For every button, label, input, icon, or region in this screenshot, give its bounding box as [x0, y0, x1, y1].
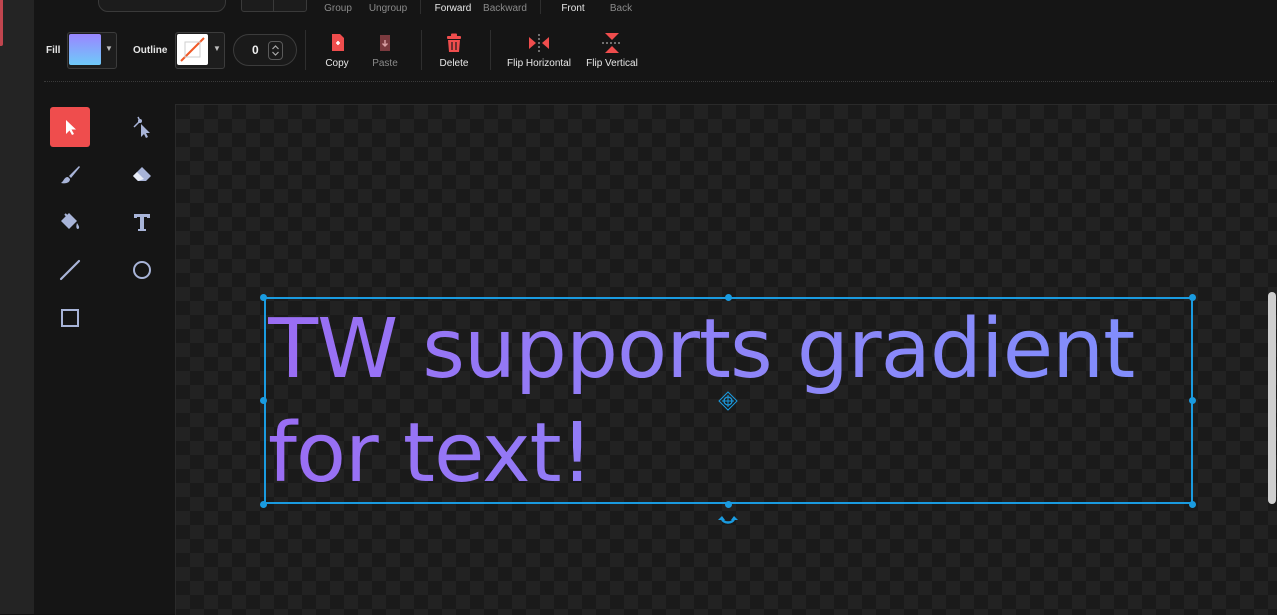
group-button[interactable]: Group — [324, 3, 352, 14]
outline-width-value: 0 — [252, 43, 259, 57]
paste-button[interactable]: Paste — [365, 32, 405, 69]
select-tool[interactable] — [50, 107, 90, 147]
brush-tool[interactable] — [50, 155, 90, 195]
rectangle-icon — [61, 309, 79, 327]
text-tool-icon — [134, 214, 150, 231]
reshape-icon — [133, 116, 150, 138]
divider — [540, 0, 541, 14]
resize-handle[interactable] — [1189, 294, 1196, 301]
divider — [421, 30, 422, 70]
brush-icon — [61, 166, 80, 184]
rotate-handle-icon[interactable] — [717, 510, 739, 530]
outline-label: Outline — [133, 45, 168, 56]
resize-handle[interactable] — [260, 501, 267, 508]
trash-icon — [447, 33, 461, 52]
ungroup-button[interactable]: Ungroup — [369, 3, 407, 14]
fill-bucket-icon — [61, 213, 80, 229]
resize-handle[interactable] — [1189, 501, 1196, 508]
chevron-down-icon: ▼ — [105, 44, 113, 53]
forward-button[interactable]: Forward — [435, 3, 472, 14]
no-color-icon — [180, 37, 205, 62]
copy-icon — [332, 34, 344, 51]
left-edge-accent — [0, 0, 3, 46]
backward-button[interactable]: Backward — [483, 3, 527, 14]
paste-icon — [380, 35, 390, 51]
costume-name-input[interactable] — [98, 0, 226, 12]
canvas-scrollbar[interactable] — [1268, 292, 1276, 504]
front-button[interactable]: Front — [561, 3, 584, 14]
resize-handle[interactable] — [1189, 397, 1196, 404]
fill-swatch — [69, 34, 101, 65]
chevron-down-icon: ▼ — [213, 44, 221, 53]
line-icon — [59, 259, 81, 281]
select-arrow-icon — [66, 120, 76, 135]
resize-handle[interactable] — [725, 294, 732, 301]
outline-width-input[interactable]: 0 — [233, 34, 297, 66]
left-edge-panel — [0, 0, 34, 614]
eraser-tool[interactable] — [122, 155, 162, 195]
reshape-tool[interactable] — [122, 107, 162, 147]
divider — [305, 30, 306, 70]
move-center-icon[interactable] — [718, 391, 738, 411]
flip-vertical-icon — [602, 33, 622, 53]
stepper-arrows-icon[interactable] — [268, 41, 283, 60]
copy-button[interactable]: Copy — [317, 32, 357, 69]
circle-tool[interactable] — [122, 250, 162, 290]
delete-button[interactable]: Delete — [434, 32, 474, 69]
flip-horizontal-button[interactable]: Flip Horizontal — [500, 32, 578, 69]
toolbar-divider — [44, 81, 1274, 82]
fill-tool[interactable] — [50, 202, 90, 242]
flip-vertical-button[interactable]: Flip Vertical — [580, 32, 644, 69]
flip-horizontal-icon — [529, 34, 549, 52]
back-button[interactable]: Back — [610, 3, 632, 14]
divider — [420, 0, 421, 14]
fill-label: Fill — [46, 45, 61, 56]
outline-swatch-none — [177, 34, 208, 65]
rectangle-tool[interactable] — [50, 298, 90, 338]
eraser-icon — [133, 167, 151, 181]
circle-icon — [133, 261, 151, 279]
line-tool[interactable] — [50, 250, 90, 290]
undo-redo-group[interactable] — [241, 0, 307, 12]
resize-handle[interactable] — [260, 294, 267, 301]
resize-handle[interactable] — [260, 397, 267, 404]
text-tool[interactable] — [122, 202, 162, 242]
divider — [490, 30, 491, 70]
resize-handle[interactable] — [725, 501, 732, 508]
